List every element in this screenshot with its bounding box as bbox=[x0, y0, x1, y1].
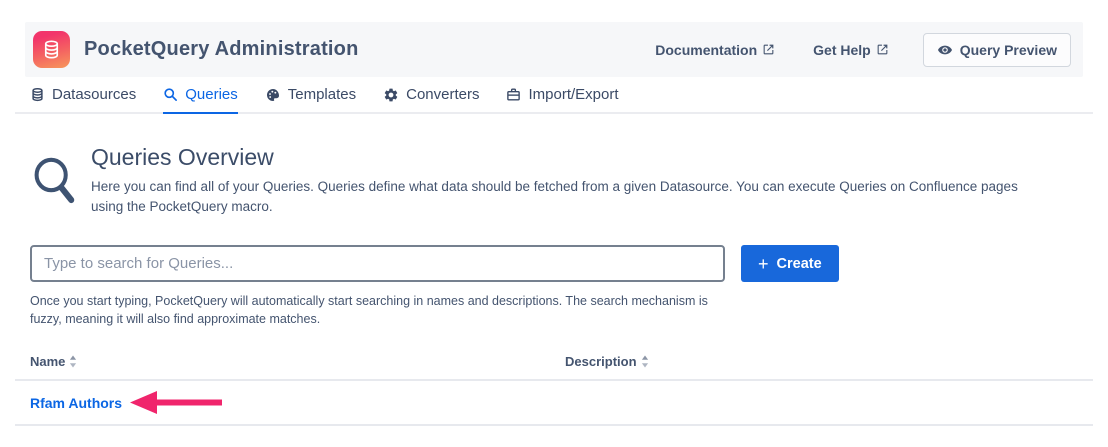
get-help-link[interactable]: Get Help bbox=[813, 42, 889, 58]
sort-icon bbox=[69, 355, 77, 368]
tab-datasources[interactable]: Datasources bbox=[30, 86, 136, 114]
query-preview-button[interactable]: Query Preview bbox=[923, 33, 1071, 67]
plus-icon: + bbox=[758, 255, 769, 273]
query-search-input[interactable] bbox=[30, 245, 725, 282]
gear-icon bbox=[383, 87, 399, 103]
column-header-description[interactable]: Description bbox=[565, 354, 649, 369]
pocketquery-logo-icon bbox=[33, 31, 70, 68]
external-link-icon bbox=[876, 43, 889, 56]
table-row: Rfam Authors bbox=[15, 381, 1093, 424]
briefcase-icon bbox=[506, 87, 521, 102]
page-title: PocketQuery Administration bbox=[84, 38, 359, 61]
app-header: PocketQuery Administration Documentation… bbox=[25, 22, 1083, 77]
column-header-name[interactable]: Name bbox=[30, 354, 565, 369]
search-row: + Create bbox=[30, 245, 839, 282]
palette-icon bbox=[265, 87, 281, 103]
tab-converters[interactable]: Converters bbox=[383, 86, 479, 114]
database-icon bbox=[30, 87, 45, 102]
eye-icon bbox=[937, 42, 953, 58]
sort-icon bbox=[641, 355, 649, 368]
search-icon bbox=[163, 87, 178, 102]
search-helper-text: Once you start typing, PocketQuery will … bbox=[30, 292, 742, 328]
query-link-rfam-authors[interactable]: Rfam Authors bbox=[30, 395, 122, 411]
magnifier-icon bbox=[32, 145, 78, 218]
annotation-arrow-icon bbox=[130, 391, 222, 414]
section-title: Queries Overview bbox=[91, 144, 1023, 171]
create-query-button[interactable]: + Create bbox=[741, 245, 839, 282]
admin-tab-bar: Datasources Queries Templat bbox=[15, 86, 1093, 114]
queries-table: Name Description R bbox=[15, 354, 1093, 426]
table-header-row: Name Description bbox=[15, 354, 1093, 379]
tab-import-export[interactable]: Import/Export bbox=[506, 86, 618, 114]
documentation-link[interactable]: Documentation bbox=[655, 42, 775, 58]
tab-queries[interactable]: Queries bbox=[163, 86, 238, 114]
tab-templates[interactable]: Templates bbox=[265, 86, 356, 114]
queries-overview-section: Queries Overview Here you can find all o… bbox=[32, 143, 1023, 218]
pocketquery-admin-page: PocketQuery Administration Documentation… bbox=[0, 0, 1108, 447]
section-description: Here you can find all of your Queries. Q… bbox=[91, 177, 1023, 218]
table-divider bbox=[15, 424, 1093, 426]
external-link-icon bbox=[762, 43, 775, 56]
